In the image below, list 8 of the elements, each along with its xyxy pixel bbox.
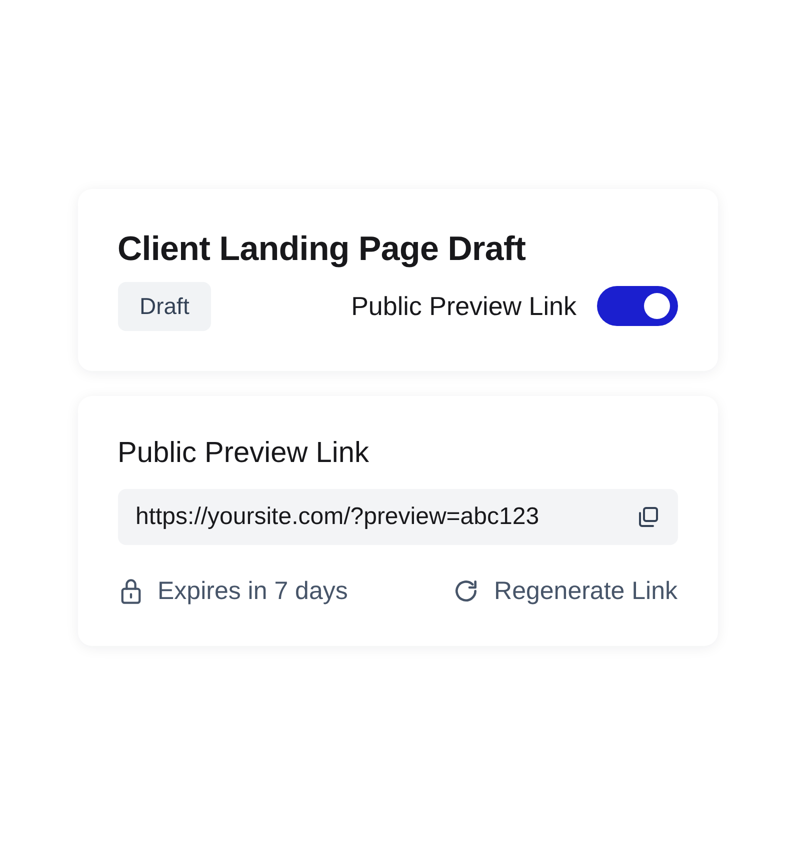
regenerate-link-button[interactable]: Regenerate Link xyxy=(452,576,678,606)
expiry-button[interactable]: Expires in 7 days xyxy=(118,576,348,606)
toggle-label: Public Preview Link xyxy=(351,290,576,322)
status-badge: Draft xyxy=(118,282,212,331)
preview-toggle[interactable] xyxy=(596,286,678,326)
section-heading: Public Preview Link xyxy=(118,436,370,471)
page-title: Client Landing Page Draft xyxy=(118,229,527,270)
url-field[interactable]: https://yoursite.com/?preview=abc123 xyxy=(118,488,678,545)
